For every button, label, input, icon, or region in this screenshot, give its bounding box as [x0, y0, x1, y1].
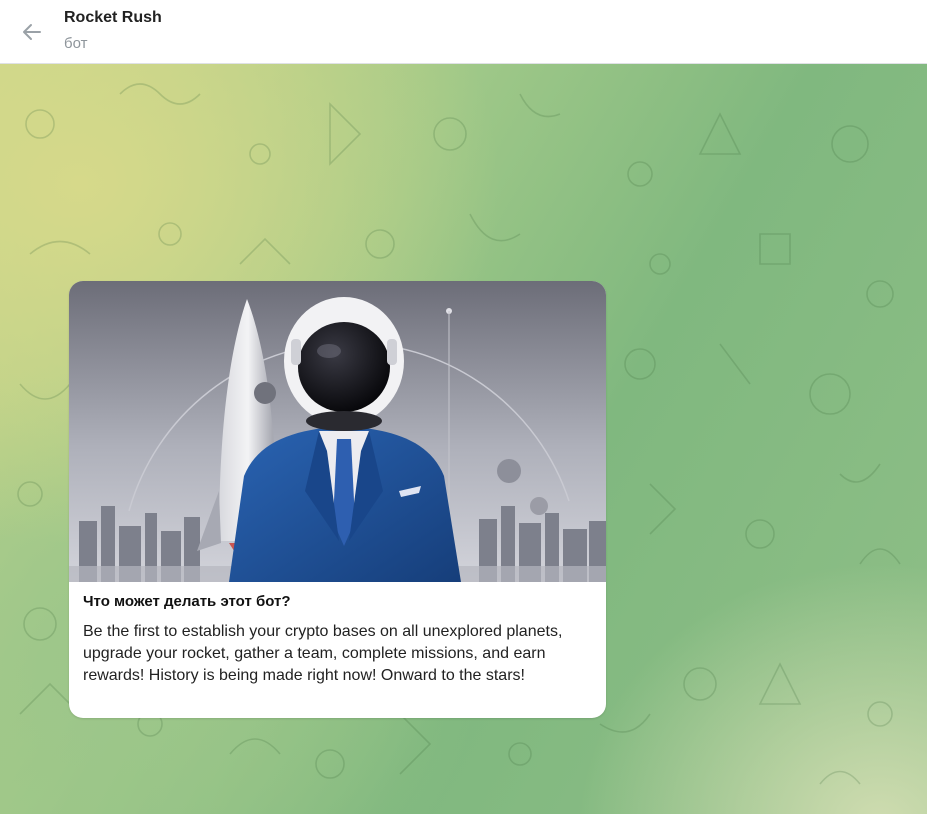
arrow-left-icon: [23, 24, 41, 40]
message-body: Be the first to establish your crypto ba…: [83, 623, 563, 684]
back-button[interactable]: [14, 14, 50, 50]
chat-subtitle: бот: [64, 35, 88, 52]
astronaut-hero-image: [69, 281, 606, 582]
chat-title[interactable]: Rocket Rush: [64, 9, 162, 27]
bot-info-message: Что может делать этот бот? Be the first …: [69, 281, 606, 718]
message-heading: Что может делать этот бот?: [83, 593, 291, 610]
chat-header: Rocket Rush бот: [0, 0, 927, 64]
chat-background: Что может делать этот бот? Be the first …: [0, 64, 927, 814]
